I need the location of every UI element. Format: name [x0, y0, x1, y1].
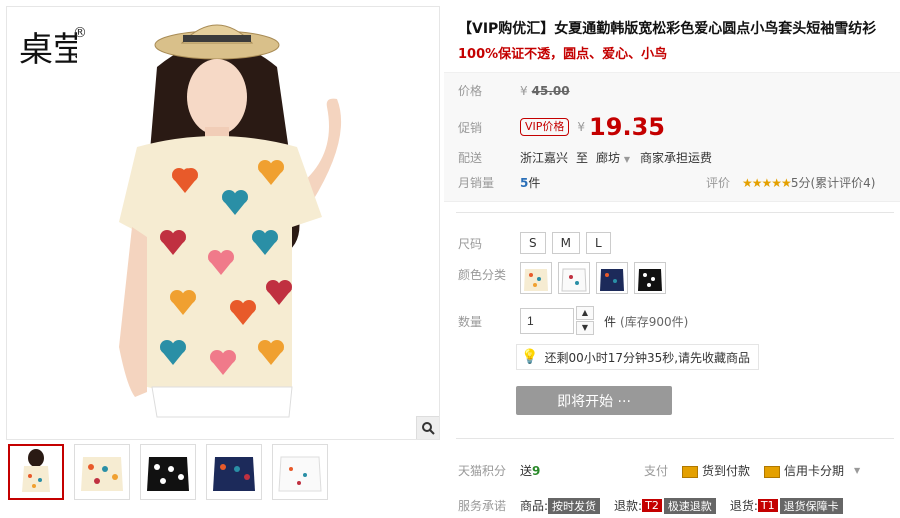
- increase-icon[interactable]: ▲: [576, 306, 594, 320]
- promise-goods: 商品:: [520, 499, 549, 513]
- promo-price: 19.35: [589, 113, 665, 141]
- promise-refund-tag[interactable]: 极速退款: [663, 497, 716, 514]
- price-box: 价格 ¥ 45.00 促销 VIP价格 ¥ 19.35 配送 浙江嘉兴 至 廊坊…: [444, 72, 900, 202]
- product-title: 【VIP购优汇】女夏通勤韩版宽松彩色爱心圆点小鸟套头短袖雪纺衫: [458, 21, 877, 37]
- stock-text: (库存900件): [620, 314, 689, 329]
- size-option-s[interactable]: S: [520, 232, 546, 254]
- shipping-row: 配送 浙江嘉兴 至 廊坊 ▼ 商家承担运费: [458, 149, 712, 166]
- color-row: 颜色分类: [458, 262, 666, 294]
- size-label: 尺码: [458, 236, 483, 251]
- thumbnail-strip: [8, 444, 328, 500]
- original-price-row: 价格 ¥ 45.00: [458, 82, 570, 99]
- truck-icon: [682, 465, 699, 478]
- size-row: 尺码 S M L: [458, 232, 611, 254]
- color-label: 颜色分类: [458, 268, 507, 282]
- product-info: 【VIP购优汇】女夏通勤韩版宽松彩色爱心圆点小鸟套头短袖雪纺衫 100%保证不透…: [444, 0, 900, 518]
- promise-goods-tag[interactable]: 按时发货: [548, 497, 601, 514]
- countdown-text: 还剩00小时17分钟35秒,请先收藏商品: [544, 350, 751, 365]
- rating-text: 5分(累计评价4): [790, 176, 876, 190]
- rating-stars-icon: ★★★★★: [742, 175, 792, 190]
- sales-count: 5: [520, 175, 529, 190]
- promise-refund: 退款:: [614, 499, 643, 513]
- sales-label: 月销量: [458, 176, 495, 190]
- sales-row: 月销量 5 件: [458, 174, 540, 191]
- thumbnail-model[interactable]: [8, 444, 64, 500]
- cod-option[interactable]: 货到付款: [682, 462, 750, 479]
- color-swatch-black-dots[interactable]: [634, 262, 666, 294]
- yen-symbol: ¥: [520, 83, 528, 98]
- points-label: 天猫积分: [458, 464, 507, 478]
- rating-label: 评价: [706, 176, 731, 190]
- color-swatch-navy-hearts[interactable]: [596, 262, 628, 294]
- original-price: 45.00: [531, 83, 570, 98]
- product-subtitle: 100%保证不透，圆点、爱心、小鸟: [458, 47, 668, 62]
- start-button[interactable]: 即将开始 ···: [516, 386, 672, 415]
- thumbnail-white-print[interactable]: [272, 444, 328, 500]
- quantity-stepper: ▲ ▼: [576, 306, 594, 336]
- quantity-row: 数量 ▲ ▼ 件 (库存900件): [458, 306, 688, 336]
- lightbulb-icon: 💡: [521, 349, 539, 365]
- color-swatch-white-print[interactable]: [558, 262, 590, 294]
- promo-label: 促销: [458, 120, 483, 135]
- points-row: 天猫积分 送 9: [458, 462, 540, 479]
- color-options: [520, 262, 666, 294]
- promise-row: 服务承诺 商品: 按时发货 退款: T2 极速退款 退货: T1 退货保障卡: [458, 497, 843, 514]
- thumbnail-white-hearts[interactable]: [74, 444, 130, 500]
- decrease-icon[interactable]: ▼: [576, 321, 594, 335]
- thumbnail-navy-hearts[interactable]: [206, 444, 262, 500]
- ship-to-word: 至: [576, 151, 589, 165]
- refund-badge: T2: [642, 499, 662, 512]
- shipping-label: 配送: [458, 151, 483, 165]
- zoom-icon[interactable]: [416, 416, 439, 439]
- shipping-fee: 商家承担运费: [640, 151, 713, 165]
- chevron-down-icon[interactable]: ▼: [854, 466, 860, 475]
- points-text: 送: [520, 464, 533, 478]
- brand-logo: 桌莹 ®: [17, 17, 87, 77]
- quantity-label: 数量: [458, 314, 483, 329]
- credit-option[interactable]: 信用卡分期: [764, 462, 844, 479]
- quantity-unit: 件: [604, 314, 617, 329]
- return-badge: T1: [757, 499, 778, 512]
- divider-2: [456, 438, 894, 439]
- pay-label: 支付: [644, 464, 669, 478]
- ship-to: 廊坊: [596, 151, 621, 165]
- main-product-photo[interactable]: 桌莹 ®: [6, 6, 440, 440]
- vip-badge: VIP价格: [520, 118, 570, 136]
- cod-label: 货到付款: [702, 464, 751, 478]
- sales-unit: 件: [528, 176, 541, 190]
- promise-label: 服务承诺: [458, 499, 507, 513]
- promise-return: 退货:: [729, 499, 758, 513]
- thumbnail-black-dots[interactable]: [140, 444, 196, 500]
- color-swatch-white-hearts[interactable]: [520, 262, 552, 294]
- rating-row[interactable]: 评价 ★★★★★ 5分(累计评价4): [706, 174, 875, 191]
- price-label: 价格: [458, 84, 483, 98]
- divider: [456, 212, 894, 213]
- yen-symbol-promo: ¥: [577, 120, 586, 134]
- credit-card-icon: [764, 465, 781, 478]
- size-options: S M L: [520, 232, 611, 254]
- payment-row: 支付 货到付款 信用卡分期 ▼: [644, 462, 860, 479]
- ship-from: 浙江嘉兴: [520, 151, 569, 165]
- size-option-m[interactable]: M: [551, 232, 580, 254]
- points-value: 9: [532, 463, 541, 478]
- promo-price-row: 促销 VIP价格 ¥ 19.35: [458, 113, 665, 141]
- size-option-l[interactable]: L: [585, 232, 611, 254]
- chevron-down-icon: ▼: [623, 155, 631, 164]
- countdown-tip: 💡 还剩00小时17分钟35秒,请先收藏商品: [516, 344, 760, 370]
- promise-return-tag[interactable]: 退货保障卡: [779, 497, 843, 514]
- registered-mark: ®: [73, 25, 87, 41]
- logo-text: 桌莹: [19, 30, 77, 70]
- quantity-input[interactable]: [520, 308, 574, 334]
- gallery: 桌莹 ®: [0, 0, 440, 518]
- ship-to-select[interactable]: 廊坊 ▼: [596, 149, 630, 166]
- credit-label: 信用卡分期: [784, 464, 845, 478]
